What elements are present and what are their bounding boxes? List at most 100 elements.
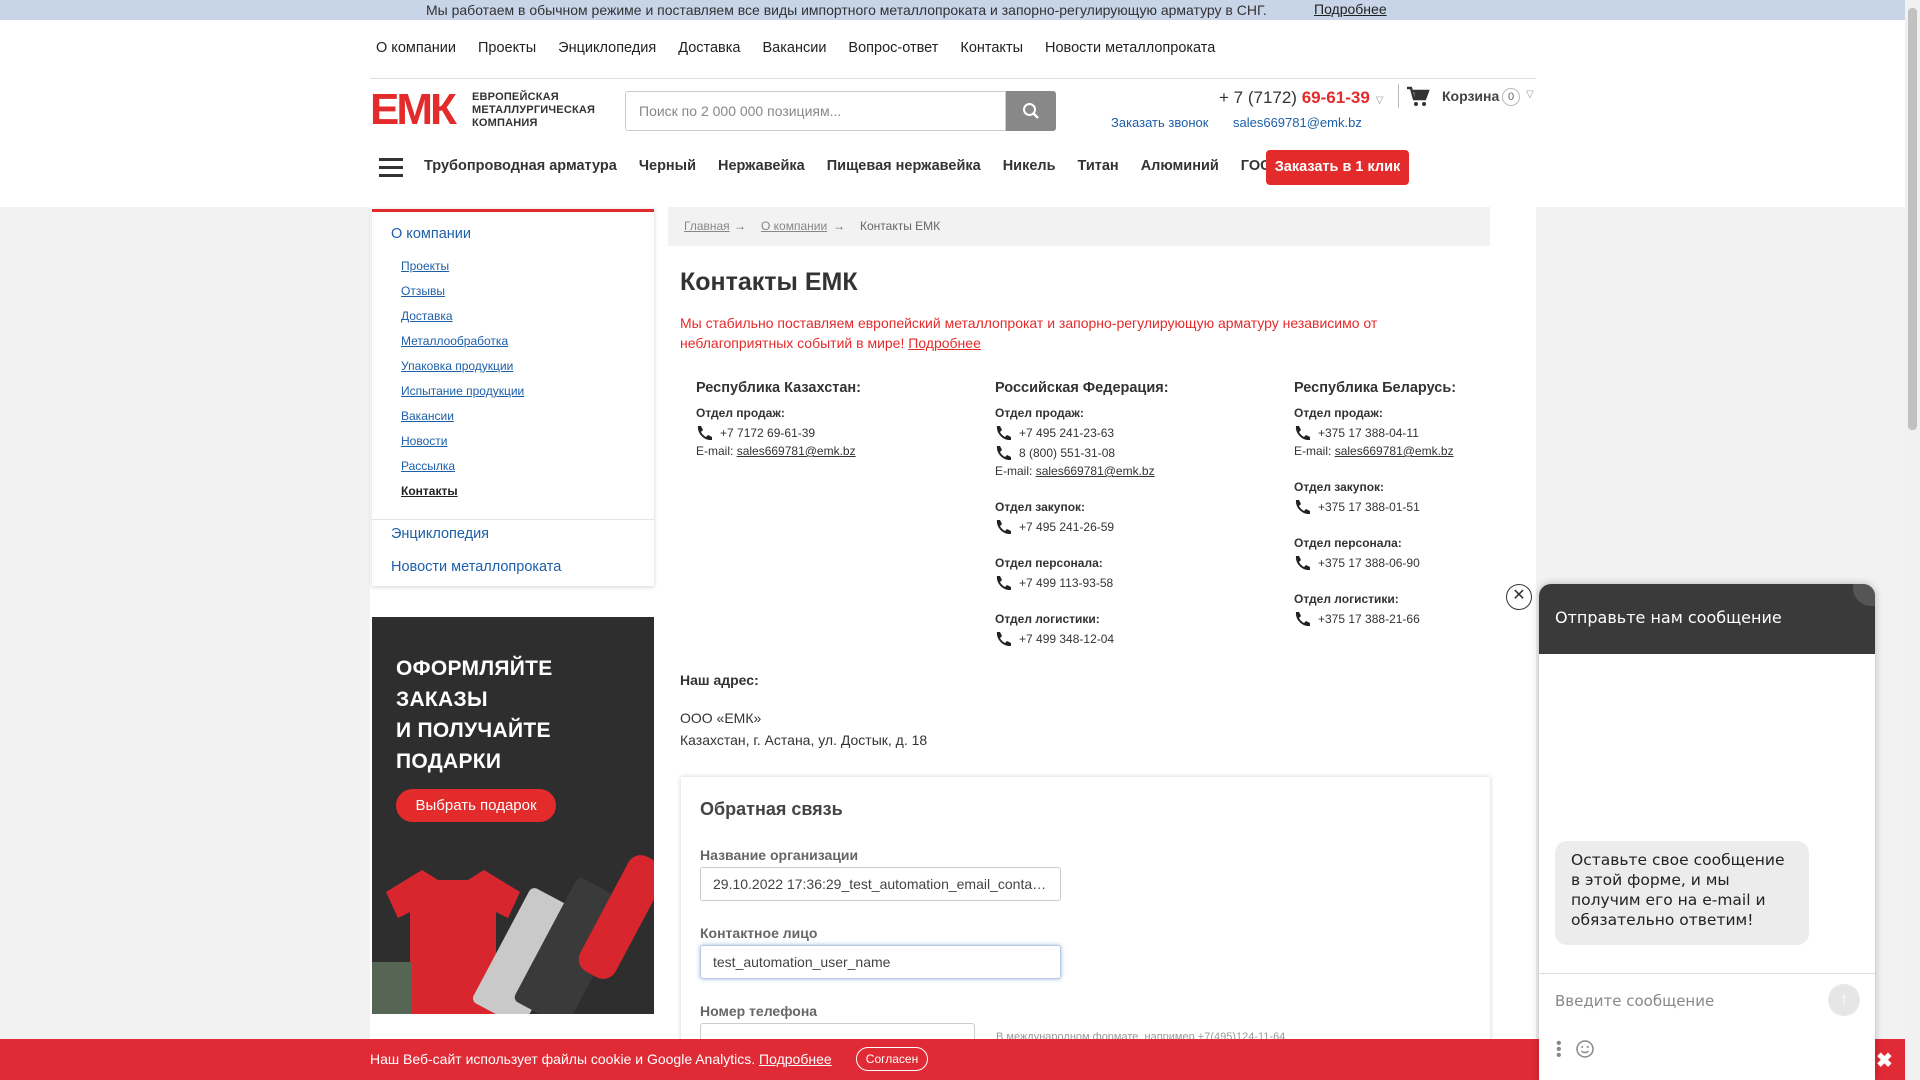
page-scrollbar[interactable] <box>1905 0 1920 1080</box>
sidebar-item-packaging[interactable]: Упаковка продукции <box>401 359 513 373</box>
notice-more-link[interactable]: Подробнее <box>1314 1 1387 17</box>
sidebar-item-projects[interactable]: Проекты <box>401 259 449 273</box>
phone-number[interactable]: +7 499 348-12-04 <box>1019 632 1114 646</box>
header-phone[interactable]: + 7 (7172) 69-61-39 ▽ <box>1219 88 1383 108</box>
breadcrumb-about[interactable]: О компании <box>761 219 827 233</box>
promo-button[interactable]: Выбрать подарок <box>396 789 556 822</box>
phone-icon <box>996 446 1011 460</box>
dept-label: Отдел закупок: <box>1294 480 1385 494</box>
header-email-link[interactable]: sales669781@emk.bz <box>1233 115 1362 130</box>
promo-gifts-image <box>372 855 654 1014</box>
dept-label: Отдел закупок: <box>995 500 1086 514</box>
more-vertical-icon[interactable]: • • • <box>1556 1036 1562 1064</box>
search-button[interactable] <box>1006 91 1056 131</box>
scrollbar-thumb[interactable] <box>1908 8 1917 430</box>
phone-number[interactable]: +7 495 241-23-63 <box>1019 426 1114 440</box>
cart-icon[interactable] <box>1406 86 1430 113</box>
chevron-down-icon[interactable]: ▽ <box>1526 89 1534 100</box>
region-title: Республика Казахстан: <box>696 380 862 396</box>
sidebar-item-reviews[interactable]: Отзывы <box>401 284 445 298</box>
sidebar-head-about[interactable]: О компании <box>391 226 471 242</box>
phone-icon <box>1295 612 1310 626</box>
send-arrow-icon[interactable]: ↑ <box>1828 984 1860 1016</box>
phone-number[interactable]: +375 17 388-21-66 <box>1318 612 1420 626</box>
feedback-form: Обратная связь Название организации 29.1… <box>681 777 1490 1080</box>
sidebar-item-contacts[interactable]: Контакты <box>401 484 458 498</box>
top-notice-bar: Мы работаем в обычном режиме и поставляе… <box>0 0 1905 20</box>
phone-number[interactable]: +375 17 388-04-11 <box>1318 426 1419 440</box>
sidebar-item-encyclopedia[interactable]: Энциклопедия <box>391 526 489 542</box>
chat-header: Отправьте нам сообщение <box>1539 584 1875 654</box>
intro-more-link[interactable]: Подробнее <box>908 335 981 351</box>
top-nav: О компании Проекты Энциклопедия Доставка… <box>376 40 1237 56</box>
sidebar-item-testing[interactable]: Испытание продукции <box>401 384 524 398</box>
topnav-item-contacts[interactable]: Контакты <box>960 40 1023 56</box>
topnav-item-projects[interactable]: Проекты <box>478 40 536 56</box>
sidebar-item-news[interactable]: Новости <box>401 434 447 448</box>
topnav-item-news[interactable]: Новости металлопроката <box>1045 40 1215 56</box>
cat-titanium[interactable]: Титан <box>1078 158 1119 174</box>
one-click-order-button[interactable]: Заказать в 1 клик <box>1266 150 1409 185</box>
breadcrumb-home[interactable]: Главная <box>684 219 730 233</box>
breadcrumb-arrow: → <box>833 219 845 233</box>
chat-close-button[interactable]: ✕ <box>1506 584 1532 610</box>
org-input[interactable]: 29.10.2022 17:36:29_test_automation_emai… <box>700 867 1061 901</box>
form-title: Обратная связь <box>700 799 843 819</box>
emoji-icon[interactable] <box>1575 1039 1595 1059</box>
phone-number[interactable]: 8 (800) 551-31-08 <box>1019 446 1115 460</box>
phone-label: Номер телефона <box>700 1003 818 1019</box>
phone-icon <box>1295 500 1310 514</box>
dept-label: Отдел продаж: <box>1294 406 1383 420</box>
contact-input[interactable]: test_automation_user_name <box>700 945 1061 979</box>
promo-title: ОФОРМЛЯЙТЕ ЗАКАЗЫ И ПОЛУЧАЙТЕ ПОДАРКИ <box>396 657 553 773</box>
sidebar-divider <box>372 519 654 520</box>
logo-text: ЕВРОПЕЙСКАЯ МЕТАЛЛУРГИЧЕСКАЯ КОМПАНИЯ <box>472 91 596 129</box>
chat-message-input[interactable]: Введите сообщение <box>1555 992 1714 1010</box>
topnav-item-encyclopedia[interactable]: Энциклопедия <box>558 40 656 56</box>
phone-number[interactable]: +375 17 388-06-90 <box>1318 556 1420 570</box>
cat-food-stainless[interactable]: Пищевая нержавейка <box>827 158 981 174</box>
chat-corner-decoration <box>1853 584 1875 606</box>
intro-text: Мы стабильно поставляем европейский мета… <box>680 315 1378 351</box>
topnav-item-vacancies[interactable]: Вакансии <box>763 40 827 56</box>
cat-nickel[interactable]: Никель <box>1003 158 1056 174</box>
search-input[interactable]: Поиск по 2 000 000 позициям... <box>625 91 1006 131</box>
sidebar-item-metal-news[interactable]: Новости металлопроката <box>391 559 561 575</box>
dept-label: Отдел продаж: <box>696 406 785 420</box>
phone-number[interactable]: +375 17 388-01-51 <box>1318 500 1420 514</box>
cat-black[interactable]: Черный <box>639 158 696 174</box>
phone-icon <box>1295 556 1310 570</box>
cookie-more-link[interactable]: Подробнее <box>759 1051 832 1067</box>
address-street: Казахстан, г. Астана, ул. Достык, д. 18 <box>680 732 928 748</box>
email-link[interactable]: sales669781@emk.bz <box>1036 464 1155 478</box>
cat-aluminum[interactable]: Алюминий <box>1141 158 1219 174</box>
cat-stainless[interactable]: Нержавейка <box>718 158 805 174</box>
email-link[interactable]: sales669781@emk.bz <box>1335 444 1454 458</box>
phone-number[interactable]: +7 499 113-93-58 <box>1019 576 1113 590</box>
close-icon[interactable]: ✖ <box>1876 1048 1893 1073</box>
notice-text: Мы работаем в обычном режиме и поставляе… <box>426 2 1267 18</box>
phone-icon <box>996 426 1011 440</box>
page-title: Контакты ЕМК <box>680 268 858 296</box>
callback-link[interactable]: Заказать звонок <box>1111 115 1208 130</box>
header-divider <box>370 78 1536 79</box>
topnav-item-delivery[interactable]: Доставка <box>678 40 740 56</box>
sidebar-item-metalworking[interactable]: Металлообработка <box>401 334 508 348</box>
sidebar-item-vacancies[interactable]: Вакансии <box>401 409 454 423</box>
phone-number[interactable]: +7 7172 69-61-39 <box>720 426 815 440</box>
topnav-item-faq[interactable]: Вопрос-ответ <box>848 40 938 56</box>
cat-pipe-fittings[interactable]: Трубопроводная арматура <box>424 158 617 174</box>
cart-label[interactable]: Корзина <box>1442 88 1499 104</box>
chat-message-bubble: Оставьте свое сообщение в этой форме, и … <box>1555 841 1809 945</box>
phone-icon <box>996 576 1011 590</box>
email-link[interactable]: sales669781@emk.bz <box>737 444 856 458</box>
sidebar-item-mailing[interactable]: Рассылка <box>401 459 455 473</box>
logo[interactable]: ЕМК ЕВРОПЕЙСКАЯ МЕТАЛЛУРГИЧЕСКАЯ КОМПАНИ… <box>370 85 606 134</box>
promo-banner[interactable]: ОФОРМЛЯЙТЕ ЗАКАЗЫ И ПОЛУЧАЙТЕ ПОДАРКИ Вы… <box>372 617 654 1014</box>
sidebar-item-delivery[interactable]: Доставка <box>401 309 453 323</box>
topnav-item-about[interactable]: О компании <box>376 40 456 56</box>
phone-number[interactable]: +7 495 241-26-59 <box>1019 520 1114 534</box>
cookie-agree-button[interactable]: Согласен <box>856 1047 928 1071</box>
logo-mark: ЕМК <box>370 85 457 134</box>
menu-burger-icon[interactable] <box>379 158 403 178</box>
